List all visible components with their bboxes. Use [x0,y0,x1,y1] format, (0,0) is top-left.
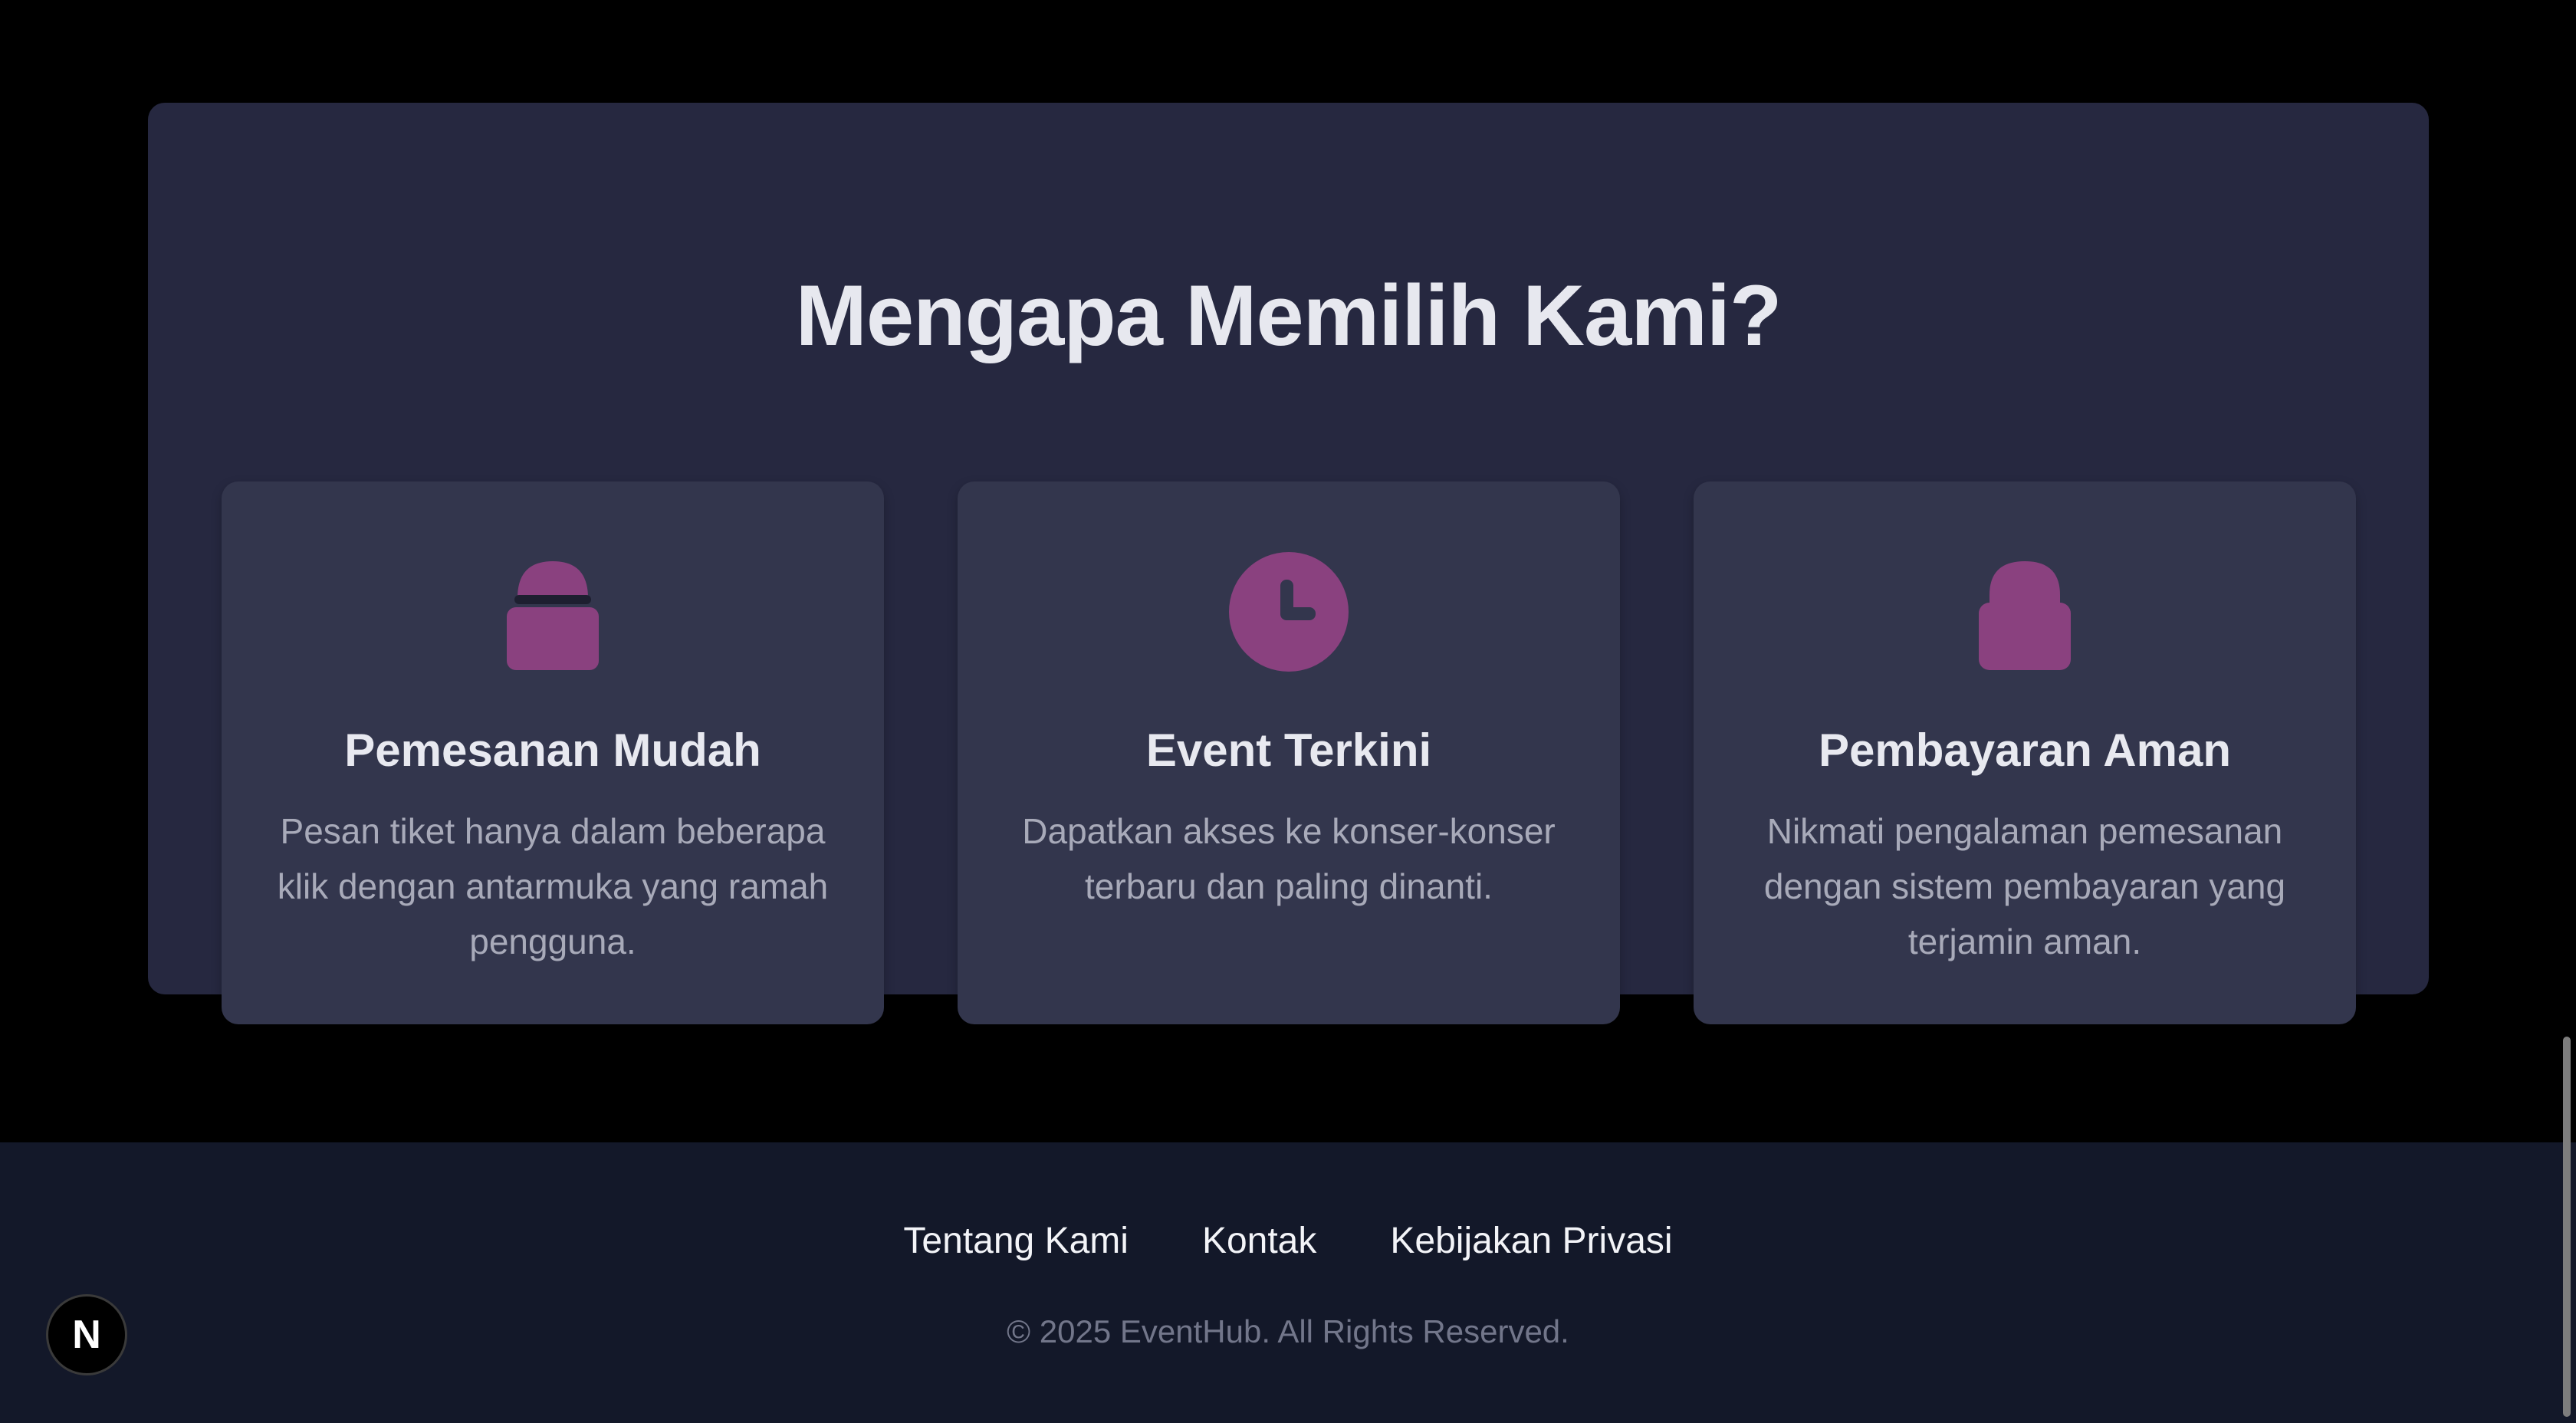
site-footer: Tentang Kami Kontak Kebijakan Privasi © … [0,1142,2576,1423]
nextjs-dev-indicator-button[interactable]: N [46,1294,127,1375]
footer-link-about-us[interactable]: Tentang Kami [903,1219,1129,1264]
lock-icon [1979,561,2071,670]
feature-description: Pesan tiket hanya dalam beberapa klik de… [277,811,829,961]
feature-card-easy-booking: Pemesanan Mudah Pesan tiket hanya dalam … [222,481,884,1024]
section-title: Mengapa Memilih Kami? [795,268,1783,363]
feature-card-secure-payment: Pembayaran Aman Nikmati pengalaman pemes… [1694,481,2356,1024]
feature-title: Pemesanan Mudah [344,725,761,776]
feature-title: Event Terkini [1145,725,1432,776]
copyright-text: © 2025 EventHub. All Rights Reserved. [1007,1313,1569,1349]
feature-card-latest-events: Event Terkini Dapatkan akses ke konser-k… [958,481,1620,1024]
scrollbar-thumb[interactable] [2563,1037,2571,1417]
footer-link-contact[interactable]: Kontak [1202,1219,1316,1264]
footer-link-privacy-policy[interactable]: Kebijakan Privasi [1390,1219,1672,1264]
feature-description: Dapatkan akses ke konser-konser terbaru … [1022,811,1556,906]
why-choose-us-section: Mengapa Memilih Kami? Pemesanan Mudah Pe… [148,103,2429,1024]
next-logo-letter: N [72,1313,101,1357]
page: Mengapa Memilih Kami? Pemesanan Mudah Pe… [0,0,2576,1423]
feature-title: Pembayaran Aman [1818,725,2231,776]
shopping-bag-icon [507,561,599,670]
footer-nav: Tentang Kami Kontak Kebijakan Privasi [0,1219,2576,1264]
clock-icon [1229,552,1349,672]
feature-description: Nikmati pengalaman pemesanan dengan sist… [1763,811,2286,961]
